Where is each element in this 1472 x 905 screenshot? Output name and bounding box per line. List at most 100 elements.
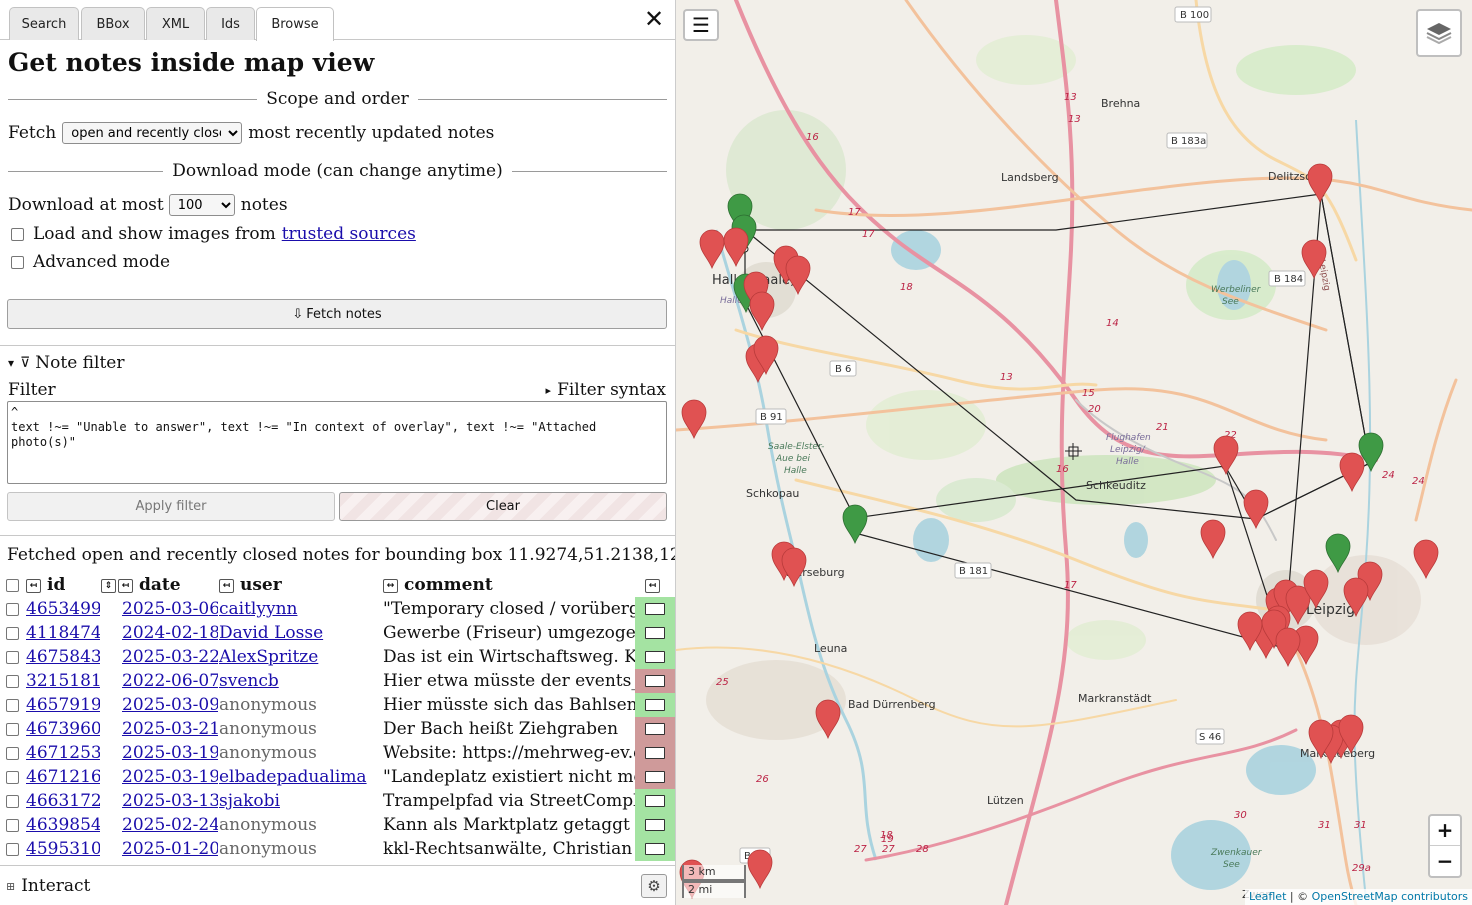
open-note-marker[interactable]	[1307, 163, 1333, 204]
note-id-link[interactable]: 4675843	[26, 647, 100, 667]
map-locate-cell[interactable]	[635, 669, 675, 693]
collapse-column-icon[interactable]: ↤	[26, 578, 41, 593]
trusted-sources-link[interactable]: trusted sources	[282, 224, 416, 244]
open-note-marker[interactable]	[1339, 452, 1365, 493]
fetch-scope-select[interactable]: open and recently closed	[62, 122, 243, 144]
note-id-link[interactable]: 4639854	[26, 815, 100, 835]
load-images-checkbox[interactable]	[11, 227, 24, 241]
open-note-marker[interactable]	[1413, 539, 1439, 580]
tab-browse[interactable]: Browse	[256, 7, 334, 41]
expand-column-icon[interactable]: ↔	[383, 578, 398, 593]
row-checkbox[interactable]	[6, 819, 19, 832]
select-all-checkbox[interactable]	[6, 579, 19, 592]
note-date-link[interactable]: 2025-03-19	[122, 743, 218, 763]
map-locate-cell[interactable]	[635, 837, 675, 861]
note-date-link[interactable]: 2025-02-24	[122, 815, 218, 835]
map-locate-cell[interactable]	[635, 621, 675, 645]
open-note-marker[interactable]	[815, 699, 841, 740]
note-date-link[interactable]: 2025-03-13	[122, 791, 218, 811]
open-note-marker[interactable]	[749, 291, 775, 332]
leaflet-link[interactable]: Leaflet	[1249, 890, 1286, 903]
note-id-link[interactable]: 3215181	[26, 671, 100, 691]
collapse-column-icon[interactable]: ↤	[118, 578, 133, 593]
map-locate-cell[interactable]	[635, 765, 675, 789]
note-filter-summary[interactable]: ▾ ⊽ Note filter	[8, 351, 124, 375]
map-locate-cell[interactable]	[635, 789, 675, 813]
note-id-link[interactable]: 4657919	[26, 695, 100, 715]
map-locate-cell[interactable]	[635, 717, 675, 741]
map-locate-cell[interactable]	[635, 645, 675, 669]
table-row: 4671253 2025-03-19 anonymous Website: https…	[0, 741, 675, 765]
filter-textarea[interactable]: ^ text !~= "Unable to answer", text !~= …	[7, 401, 667, 484]
row-checkbox[interactable]	[6, 723, 19, 736]
download-limit-select[interactable]: 100	[168, 194, 235, 216]
note-date-link[interactable]: 2025-03-22	[122, 647, 218, 667]
note-id-link[interactable]: 4663172	[26, 791, 100, 811]
note-id-link[interactable]: 4595310	[26, 839, 100, 859]
zoom-out-button[interactable]: −	[1430, 847, 1460, 877]
filter-syntax-summary[interactable]: ▸ Filter syntax	[546, 378, 666, 402]
row-checkbox[interactable]	[6, 603, 19, 616]
note-date-link[interactable]: 2025-03-09	[122, 695, 218, 715]
gear-icon[interactable]: ⚙	[641, 874, 667, 898]
open-note-marker[interactable]	[699, 229, 725, 270]
row-checkbox[interactable]	[6, 795, 19, 808]
tab-xml[interactable]: XML	[146, 7, 205, 40]
open-note-marker[interactable]	[1243, 489, 1269, 530]
note-date-link[interactable]: 2025-01-20	[122, 839, 218, 859]
tab-ids[interactable]: Ids	[206, 7, 255, 40]
note-date-link[interactable]: 2025-03-19	[122, 767, 218, 787]
note-date-link[interactable]: 2025-03-06	[122, 599, 218, 619]
row-checkbox[interactable]	[6, 627, 19, 640]
row-checkbox[interactable]	[6, 771, 19, 784]
row-checkbox[interactable]	[6, 675, 19, 688]
map-locate-cell[interactable]	[635, 597, 675, 621]
note-date-link[interactable]: 2025-03-21	[122, 719, 218, 739]
fetch-notes-button[interactable]: ⇩ Fetch notes	[7, 299, 667, 329]
map-menu-button[interactable]: ☰	[683, 9, 719, 41]
user-link[interactable]: elbadepadualima	[219, 767, 367, 787]
interact-summary[interactable]: ⊞ Interact	[6, 874, 90, 898]
map-locate-cell[interactable]	[635, 741, 675, 765]
row-checkbox[interactable]	[6, 651, 19, 664]
closed-note-marker[interactable]	[842, 504, 868, 545]
open-note-marker[interactable]	[1200, 519, 1226, 560]
user-link[interactable]: caitlyynn	[219, 599, 297, 619]
note-id-link[interactable]: 4671216	[26, 767, 100, 787]
user-link: anonymous	[219, 839, 317, 859]
note-id-link[interactable]: 4653499	[26, 599, 100, 619]
zoom-in-button[interactable]: +	[1430, 816, 1460, 846]
note-date-link[interactable]: 2022-06-07	[122, 671, 218, 691]
note-id-link[interactable]: 4118474	[26, 623, 100, 643]
user-link[interactable]: sjakobi	[219, 791, 280, 811]
note-id-link[interactable]: 4671253	[26, 743, 100, 763]
map-locate-cell[interactable]	[635, 813, 675, 837]
apply-filter-button[interactable]: Apply filter	[7, 492, 335, 521]
open-note-marker[interactable]	[681, 399, 707, 440]
map-locate-cell[interactable]	[635, 693, 675, 717]
close-icon[interactable]: ✕	[640, 6, 668, 34]
open-note-marker[interactable]	[747, 849, 773, 890]
note-id-link[interactable]: 4673960	[26, 719, 100, 739]
map-view[interactable]: Brehna Landsberg Delitzsch Halle (Saale)…	[676, 0, 1472, 905]
osm-link[interactable]: OpenStreetMap contributors	[1312, 890, 1468, 903]
open-note-marker[interactable]	[1275, 627, 1301, 668]
expand-column-icon[interactable]: ⇕	[101, 578, 116, 593]
advanced-mode-checkbox[interactable]	[11, 255, 24, 269]
clear-filter-button[interactable]: Clear	[339, 492, 667, 521]
user-header-label: user	[240, 575, 282, 595]
open-note-marker[interactable]	[781, 547, 807, 588]
tab-search[interactable]: Search	[9, 7, 79, 40]
layers-button[interactable]	[1416, 9, 1462, 57]
row-checkbox[interactable]	[6, 699, 19, 712]
collapse-column-icon[interactable]: ↤	[645, 578, 660, 593]
tab-bbox[interactable]: BBox	[81, 7, 145, 40]
open-note-marker[interactable]	[1213, 435, 1239, 476]
row-checkbox[interactable]	[6, 843, 19, 856]
row-checkbox[interactable]	[6, 747, 19, 760]
user-link[interactable]: AlexSpritze	[219, 647, 318, 667]
collapse-column-icon[interactable]: ↤	[219, 578, 234, 593]
user-link[interactable]: David Losse	[219, 623, 323, 643]
user-link[interactable]: svencb	[219, 671, 279, 691]
note-date-link[interactable]: 2024-02-18	[122, 623, 218, 643]
